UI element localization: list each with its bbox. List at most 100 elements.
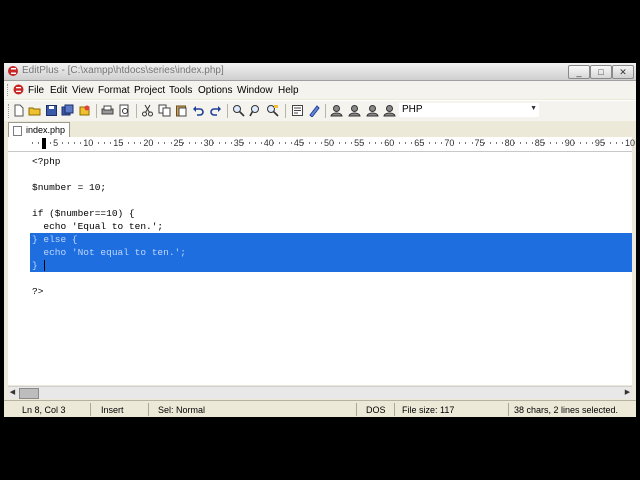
ruler-tick (369, 142, 371, 144)
code-line[interactable]: echo 'Not equal to ten.'; (32, 246, 186, 259)
paste-icon[interactable] (175, 104, 188, 117)
ruler-tick (188, 142, 190, 144)
ruler-tick (345, 142, 346, 144)
menu-help[interactable]: Help (278, 85, 299, 96)
user-tool-1-icon[interactable] (330, 104, 343, 117)
ruler-label: 75 (474, 138, 485, 148)
ruler-tick (459, 142, 461, 144)
document-menu-icon[interactable] (13, 84, 24, 95)
word-wrap-icon[interactable] (291, 104, 304, 117)
menu-file[interactable]: File (28, 85, 44, 96)
undo-icon[interactable] (192, 104, 205, 117)
column-ruler: 5 10 15 20 25 30 35 40 45 50 55 60 65 70 75 80 85 90 95 10 (8, 137, 635, 152)
user-tool-2-icon[interactable] (348, 104, 361, 117)
find-next-icon[interactable] (249, 104, 262, 117)
save-icon[interactable] (45, 104, 58, 117)
ruler-tick (308, 142, 310, 144)
replace-icon[interactable] (266, 104, 279, 117)
code-line[interactable]: $number = 10; (32, 181, 106, 194)
tab-label: index.php (26, 125, 66, 135)
code-line[interactable]: <?php (32, 155, 61, 168)
print-icon[interactable] (101, 104, 114, 117)
chevron-down-icon[interactable]: ▼ (530, 105, 537, 112)
minimize-button[interactable]: _ (568, 65, 590, 79)
ruler-tick (62, 142, 64, 144)
language-select-value: PHP (402, 104, 423, 115)
user-tool-3-icon[interactable] (366, 104, 379, 117)
ruler-tick (158, 142, 160, 144)
open-file-icon[interactable] (28, 104, 41, 117)
ruler-tick (501, 142, 503, 144)
editplus-app-icon (8, 66, 18, 76)
selection-highlight (30, 259, 632, 272)
ruler-tick (465, 142, 467, 144)
code-line[interactable]: ?> (32, 285, 43, 298)
ruler-tick (50, 142, 52, 144)
spellcheck-icon[interactable] (308, 104, 321, 117)
ruler-label: 40 (263, 138, 274, 148)
redo-icon[interactable] (209, 104, 222, 117)
save-all-icon[interactable] (61, 104, 74, 117)
menu-tools[interactable]: Tools (169, 85, 192, 96)
ruler-tick (519, 142, 521, 144)
editplus-window: EditPlus - [C:\xampp\htdocs\series\index… (4, 63, 636, 417)
ruler-tick (615, 142, 617, 144)
user-tool-4-icon[interactable] (383, 104, 396, 117)
code-line[interactable]: } (32, 259, 38, 272)
menu-format[interactable]: Format (98, 85, 130, 96)
ruler-tick (230, 142, 232, 144)
cut-icon[interactable] (141, 104, 154, 117)
print-preview-icon[interactable] (118, 104, 131, 117)
scrollbar-thumb[interactable] (19, 388, 39, 399)
menu-options[interactable]: Options (198, 85, 232, 96)
status-insert-mode[interactable]: Insert (101, 405, 124, 415)
menu-project[interactable]: Project (134, 85, 165, 96)
ruler-tick (80, 142, 82, 144)
ruler-tick (555, 142, 557, 144)
maximize-button[interactable]: □ (590, 65, 612, 79)
menu-view[interactable]: View (72, 85, 94, 96)
menu-grip[interactable] (7, 84, 11, 96)
scroll-left-icon[interactable]: ◀ (8, 388, 17, 396)
ruler-tick (38, 142, 39, 144)
document-tab-strip: index.php (4, 121, 636, 138)
ruler-tick (375, 142, 377, 144)
ruler-tick (399, 142, 401, 144)
close-button[interactable]: ✕ (612, 65, 634, 79)
copy-icon[interactable] (158, 104, 171, 117)
new-document-icon[interactable] (12, 104, 25, 117)
title-bar[interactable]: EditPlus - [C:\xampp\htdocs\series\index… (4, 63, 636, 81)
ruler-label: 55 (354, 138, 365, 148)
ruler-tick (549, 142, 551, 144)
ruler-tick (471, 142, 473, 144)
ruler-label: 60 (384, 138, 395, 148)
ruler-tick (248, 142, 250, 144)
ruler-label: 20 (143, 138, 154, 148)
status-selection-mode[interactable]: Sel: Normal (158, 405, 205, 415)
ruler-label: 90 (564, 138, 575, 148)
open-remote-icon[interactable] (78, 104, 91, 117)
ruler-tick (314, 142, 316, 144)
window-title: EditPlus - [C:\xampp\htdocs\series\index… (22, 65, 224, 76)
status-selection-info: 38 chars, 2 lines selected. (514, 405, 619, 415)
code-line[interactable]: } else { (32, 233, 78, 246)
ruler-tick (429, 142, 431, 144)
code-line[interactable]: echo 'Equal to ten.'; (32, 220, 163, 233)
find-icon[interactable] (232, 104, 245, 117)
horizontal-scrollbar[interactable]: ◀ ▶ (8, 386, 632, 399)
tab-index-php[interactable]: index.php (8, 122, 70, 138)
ruler-tick (609, 142, 611, 144)
scroll-right-icon[interactable]: ▶ (623, 388, 632, 396)
status-line-ending[interactable]: DOS (366, 405, 386, 415)
ruler-tick (290, 142, 292, 144)
document-icon (13, 126, 22, 136)
code-editor[interactable]: <?php $number = 10; if ($number==10) { ech… (8, 152, 632, 385)
ruler-tick (411, 142, 413, 144)
code-line[interactable]: if ($number==10) { (32, 207, 135, 220)
ruler-tick (200, 142, 202, 144)
ruler-tick (110, 142, 112, 144)
menu-edit[interactable]: Edit (50, 85, 67, 96)
menu-window[interactable]: Window (237, 85, 273, 96)
ruler-tick (164, 142, 166, 144)
language-select[interactable]: PHP ▼ (399, 103, 539, 117)
